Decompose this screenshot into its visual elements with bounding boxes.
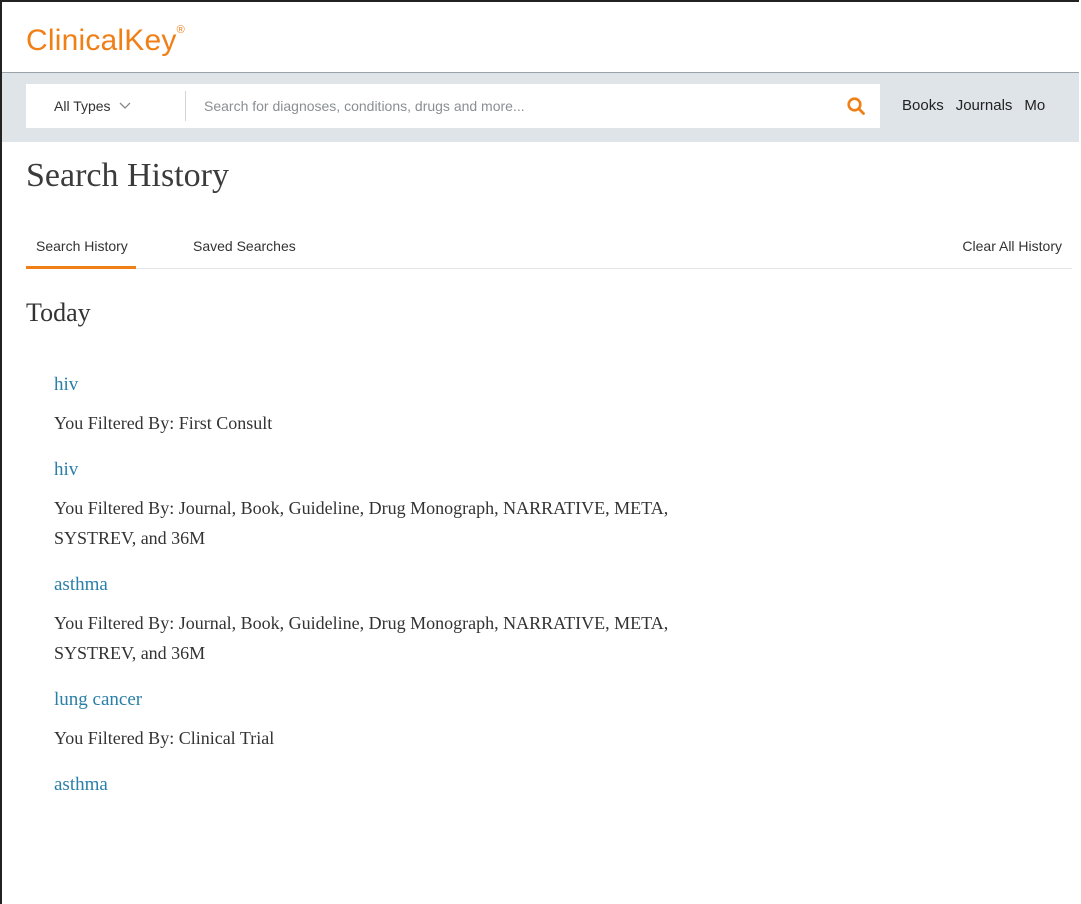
history-query-link[interactable]: asthma [54, 774, 108, 796]
history-entry: asthma [54, 774, 874, 796]
history-filter-line: SYSTREV, and 36M [54, 643, 206, 663]
search-button[interactable] [832, 86, 880, 126]
history-filter-line: You Filtered By: Journal, Book, Guidelin… [54, 613, 669, 633]
chevron-down-icon [119, 102, 131, 109]
history-query-link[interactable]: lung cancer [54, 689, 142, 711]
history-query-link[interactable]: asthma [54, 574, 108, 596]
tab-search-history[interactable]: Search History [26, 238, 136, 269]
search-icon [847, 97, 865, 115]
search-band: All Types Books Journals Mo [2, 73, 1079, 142]
logo-text: ClinicalKey [26, 24, 177, 57]
search-bar: All Types [26, 84, 880, 128]
header-bar: ClinicalKey® [2, 2, 1079, 73]
nav-more[interactable]: Mo [1024, 97, 1045, 114]
history-list: hiv You Filtered By: First Consult hiv Y… [54, 374, 874, 817]
clear-all-history-link[interactable]: Clear All History [962, 238, 1062, 254]
history-entry: lung cancer You Filtered By: Clinical Tr… [54, 689, 874, 753]
nav-journals[interactable]: Journals [956, 97, 1013, 114]
history-filter-text: You Filtered By: First Consult [54, 413, 273, 433]
history-filter-text: You Filtered By: Journal, Book, Guidelin… [54, 608, 874, 668]
history-query-link[interactable]: hiv [54, 374, 78, 396]
search-input[interactable] [186, 85, 832, 127]
content-type-label: All Types [54, 98, 111, 114]
clinicalkey-logo[interactable]: ClinicalKey® [26, 24, 185, 58]
app-frame: ClinicalKey® All Types Books Journals Mo [0, 0, 1079, 904]
history-entry: hiv You Filtered By: First Consult [54, 374, 874, 438]
top-nav: Books Journals Mo [902, 97, 1045, 114]
history-filter-line: You Filtered By: Journal, Book, Guidelin… [54, 498, 669, 518]
history-filter-text: You Filtered By: Clinical Trial [54, 728, 275, 748]
history-filter-text: You Filtered By: Journal, Book, Guidelin… [54, 493, 874, 553]
page-title: Search History [26, 157, 230, 194]
history-tabs: Search History Saved Searches Clear All … [26, 228, 1072, 269]
section-heading-today: Today [26, 298, 91, 327]
content-type-dropdown[interactable]: All Types [26, 91, 186, 121]
history-query-link[interactable]: hiv [54, 459, 78, 481]
registered-mark: ® [176, 24, 185, 36]
history-entry: asthma You Filtered By: Journal, Book, G… [54, 574, 874, 668]
tab-saved-searches[interactable]: Saved Searches [193, 238, 296, 266]
nav-books[interactable]: Books [902, 97, 944, 114]
history-entry: hiv You Filtered By: Journal, Book, Guid… [54, 459, 874, 553]
history-filter-line: SYSTREV, and 36M [54, 528, 206, 548]
